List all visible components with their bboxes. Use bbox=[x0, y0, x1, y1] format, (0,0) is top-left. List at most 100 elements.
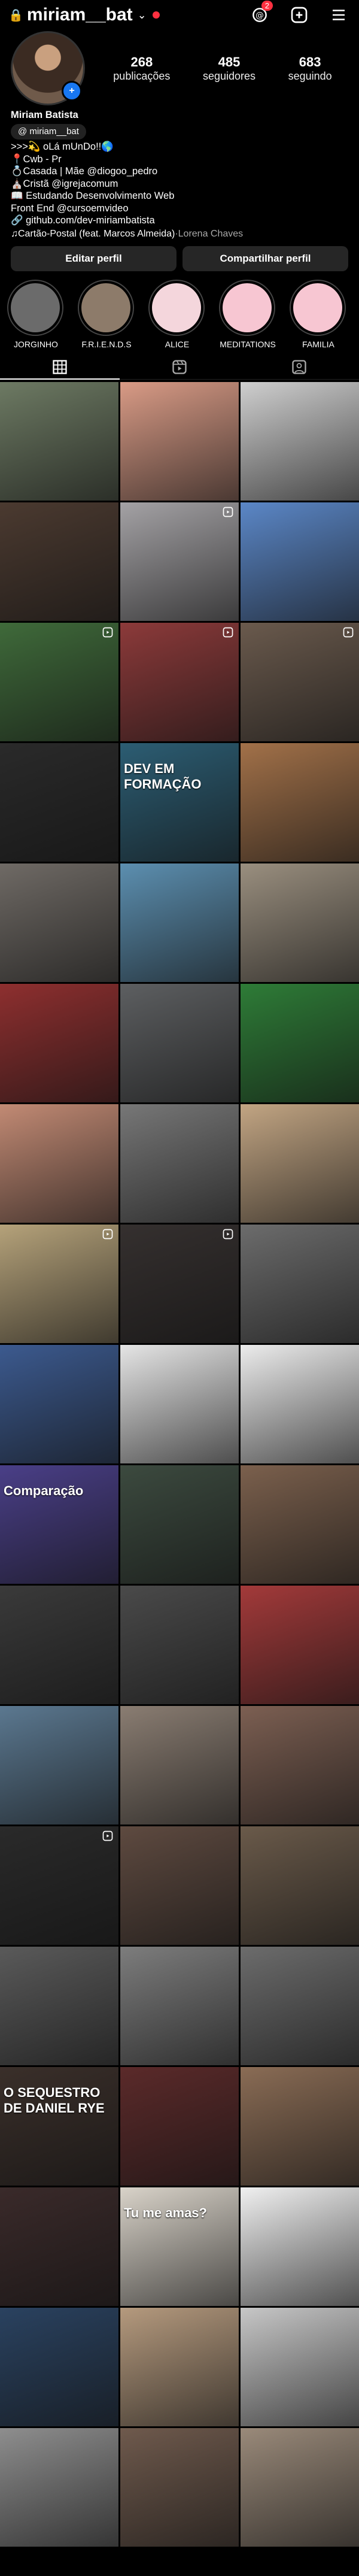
post-thumbnail[interactable] bbox=[0, 382, 118, 501]
highlight-image bbox=[81, 283, 130, 332]
post-thumbnail[interactable] bbox=[0, 1104, 118, 1223]
post-thumbnail[interactable] bbox=[0, 984, 118, 1102]
post-thumbnail[interactable] bbox=[0, 1706, 118, 1825]
post-thumbnail[interactable] bbox=[120, 1947, 239, 2065]
post-thumbnail[interactable] bbox=[0, 1225, 118, 1343]
post-thumbnail[interactable] bbox=[241, 1465, 359, 1584]
post-thumbnail[interactable] bbox=[0, 2187, 118, 2306]
reel-icon bbox=[102, 1228, 114, 1243]
share-profile-button[interactable]: Compartilhar perfil bbox=[182, 246, 348, 271]
highlight-label: MEDITATIONS bbox=[220, 340, 276, 349]
post-thumbnail[interactable] bbox=[120, 863, 239, 982]
post-thumbnail[interactable] bbox=[120, 2308, 239, 2426]
posts-stat[interactable]: 268 publicações bbox=[113, 54, 170, 83]
create-button[interactable] bbox=[287, 3, 311, 27]
post-thumbnail[interactable] bbox=[120, 1826, 239, 1945]
posts-grid: DEV EM FORMAÇÃO Comparação O SEQUESTRO DE … bbox=[0, 382, 359, 2547]
post-thumbnail[interactable] bbox=[120, 1465, 239, 1584]
followers-count: 485 bbox=[218, 54, 241, 69]
menu-button[interactable] bbox=[327, 3, 351, 27]
post-thumbnail[interactable] bbox=[241, 1706, 359, 1825]
post-thumbnail[interactable] bbox=[0, 2308, 118, 2426]
post-thumbnail[interactable]: O SEQUESTRO DE DANIEL RYE bbox=[0, 2067, 118, 2186]
highlight-item[interactable]: ALICE bbox=[148, 280, 206, 349]
highlight-item[interactable]: MEDITATIONS bbox=[219, 280, 276, 349]
post-thumbnail[interactable] bbox=[120, 1706, 239, 1825]
highlight-cover bbox=[219, 280, 275, 336]
post-thumbnail[interactable] bbox=[120, 1345, 239, 1463]
followers-stat[interactable]: 485 seguidores bbox=[203, 54, 255, 83]
following-stat[interactable]: 683 seguindo bbox=[288, 54, 332, 83]
avatar[interactable]: + bbox=[11, 31, 85, 105]
post-thumbnail[interactable] bbox=[120, 382, 239, 501]
music-note-icon: ♫ bbox=[11, 228, 18, 239]
post-thumbnail[interactable] bbox=[241, 863, 359, 982]
add-story-icon[interactable]: + bbox=[62, 81, 82, 101]
post-thumbnail[interactable] bbox=[120, 2428, 239, 2547]
highlight-image bbox=[11, 283, 60, 332]
post-thumbnail[interactable] bbox=[120, 2067, 239, 2186]
post-thumbnail[interactable] bbox=[241, 984, 359, 1102]
post-thumbnail[interactable] bbox=[120, 1225, 239, 1343]
post-thumbnail[interactable] bbox=[0, 1947, 118, 2065]
chevron-down-icon[interactable]: ⌄ bbox=[138, 9, 147, 22]
tab-tagged[interactable] bbox=[239, 355, 359, 379]
music-chip[interactable]: ♫ Cartão-Postal (feat. Marcos Almeida) ·… bbox=[11, 228, 348, 241]
post-thumbnail[interactable] bbox=[0, 863, 118, 982]
tab-reels[interactable] bbox=[120, 355, 239, 379]
post-thumbnail[interactable]: DEV EM FORMAÇÃO bbox=[120, 743, 239, 862]
post-thumbnail[interactable] bbox=[0, 1586, 118, 1704]
highlight-image bbox=[223, 283, 272, 332]
threads-chip[interactable]: @ miriam__bat bbox=[11, 123, 86, 140]
post-thumbnail[interactable] bbox=[241, 743, 359, 862]
edit-profile-button[interactable]: Editar perfil bbox=[11, 246, 177, 271]
post-thumbnail[interactable] bbox=[241, 2308, 359, 2426]
post-thumbnail[interactable] bbox=[241, 1586, 359, 1704]
post-thumbnail[interactable] bbox=[120, 1104, 239, 1223]
display-name: Miriam Batista bbox=[11, 110, 78, 120]
post-thumbnail[interactable]: Tu me amas? bbox=[120, 2187, 239, 2306]
profile-header: + 268 publicações 485 seguidores 683 seg… bbox=[0, 30, 359, 105]
post-thumbnail[interactable] bbox=[0, 1826, 118, 1945]
threads-button[interactable]: @ 2 bbox=[248, 1, 273, 27]
post-thumbnail[interactable] bbox=[241, 2187, 359, 2306]
post-thumbnail[interactable] bbox=[0, 743, 118, 862]
highlight-item[interactable]: FAMILIA bbox=[290, 280, 347, 349]
username-switcher[interactable]: miriam__bat bbox=[27, 5, 133, 25]
post-thumbnail[interactable] bbox=[241, 1826, 359, 1945]
post-thumbnail[interactable] bbox=[241, 2067, 359, 2186]
post-thumbnail[interactable] bbox=[241, 382, 359, 501]
bio-line: ⛪Cristã @igrejacomum bbox=[11, 178, 118, 189]
post-thumbnail[interactable] bbox=[120, 984, 239, 1102]
post-thumbnail[interactable] bbox=[120, 502, 239, 621]
lock-icon: 🔒 bbox=[8, 8, 23, 22]
post-thumbnail[interactable] bbox=[241, 1225, 359, 1343]
highlight-label: F.R.I.E.N.D.S bbox=[81, 340, 132, 349]
post-overlay-text: Comparação bbox=[4, 1483, 84, 1498]
tab-posts-grid[interactable] bbox=[0, 355, 120, 380]
bio-line: 📍Cwb - Pr bbox=[11, 153, 62, 165]
following-count: 683 bbox=[299, 54, 321, 69]
threads-icon: @ bbox=[18, 126, 30, 137]
post-thumbnail[interactable] bbox=[241, 1345, 359, 1463]
highlight-label: ALICE bbox=[165, 340, 190, 349]
post-thumbnail[interactable]: Comparação bbox=[0, 1465, 118, 1584]
highlight-cover bbox=[78, 280, 134, 336]
post-thumbnail[interactable] bbox=[120, 1586, 239, 1704]
post-overlay-text: Tu me amas? bbox=[124, 2205, 207, 2220]
post-thumbnail[interactable] bbox=[120, 623, 239, 741]
post-thumbnail[interactable] bbox=[241, 623, 359, 741]
highlight-label: JORGINHO bbox=[14, 340, 58, 349]
music-title: Cartão-Postal (feat. Marcos Almeida) bbox=[18, 228, 175, 239]
post-thumbnail[interactable] bbox=[241, 502, 359, 621]
post-thumbnail[interactable] bbox=[0, 2428, 118, 2547]
post-thumbnail[interactable] bbox=[241, 1947, 359, 2065]
post-thumbnail[interactable] bbox=[0, 1345, 118, 1463]
post-thumbnail[interactable] bbox=[241, 1104, 359, 1223]
post-thumbnail[interactable] bbox=[0, 623, 118, 741]
highlight-item[interactable]: F.R.I.E.N.D.S bbox=[78, 280, 135, 349]
post-thumbnail[interactable] bbox=[0, 502, 118, 621]
highlight-item[interactable]: JORGINHO bbox=[7, 280, 65, 349]
bio-link[interactable]: 🔗 github.com/dev-miriambatista bbox=[11, 214, 348, 227]
post-thumbnail[interactable] bbox=[241, 2428, 359, 2547]
